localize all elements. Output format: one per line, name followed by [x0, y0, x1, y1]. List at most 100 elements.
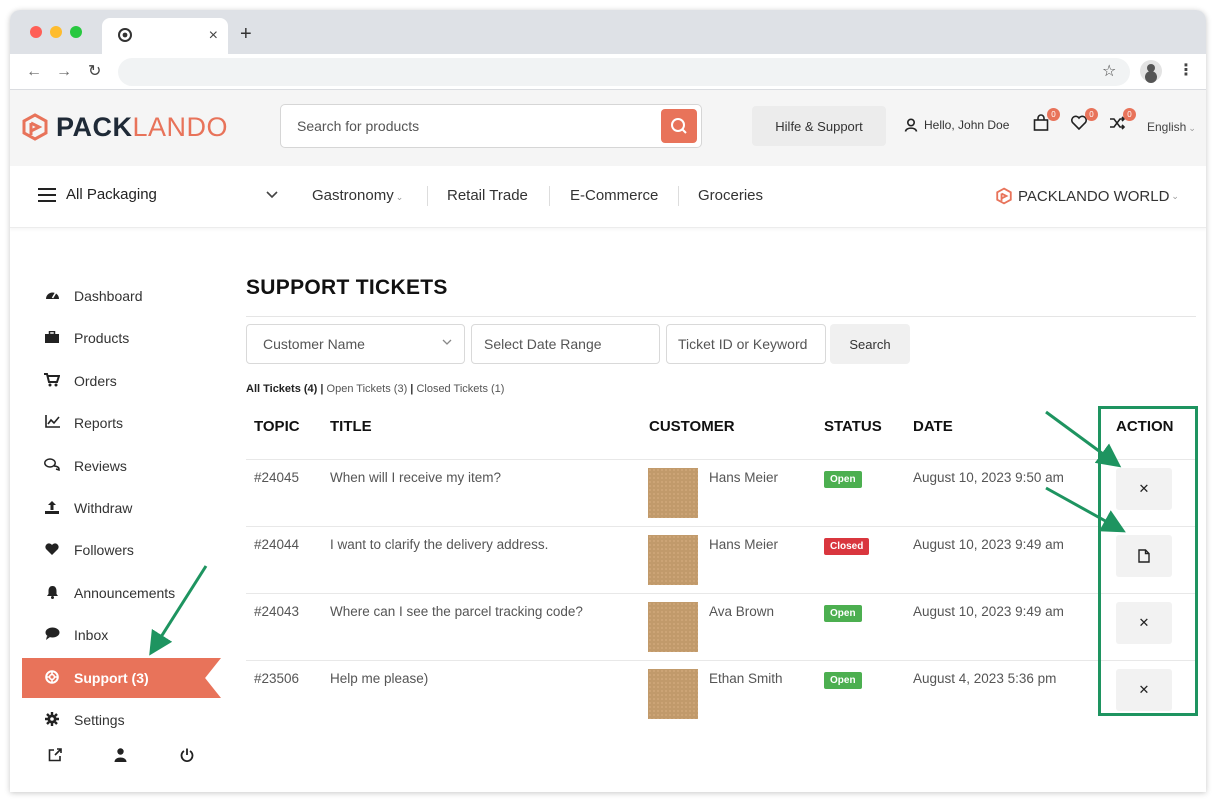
logo-lando-text: LANDO	[132, 111, 229, 142]
close-window-dot[interactable]	[30, 26, 42, 38]
logo-mark-icon	[996, 187, 1012, 205]
ticket-topic[interactable]: #24045	[254, 470, 299, 485]
ticket-date: August 10, 2023 9:49 am	[913, 604, 1064, 619]
user-icon[interactable]	[114, 748, 127, 766]
col-customer: CUSTOMER	[649, 418, 735, 435]
status-badge: Open	[824, 605, 862, 622]
url-input[interactable]	[118, 58, 1130, 86]
all-packaging-menu[interactable]: All Packaging	[38, 186, 157, 203]
sidebar-item-announcements[interactable]: Announcements	[22, 573, 221, 613]
sidebar-item-inbox[interactable]: Inbox	[22, 615, 221, 655]
account-link[interactable]: Hello, John Doe	[904, 118, 1009, 132]
search-button[interactable]	[661, 109, 697, 143]
filter-closed-tickets[interactable]: Closed Tickets (1)	[416, 383, 504, 395]
help-support-button[interactable]: Hilfe & Support	[752, 106, 886, 146]
sidebar-item-support[interactable]: Support (3)	[22, 658, 221, 698]
chevron-down-icon[interactable]	[266, 188, 278, 202]
sidebar-item-reports[interactable]: Reports	[22, 403, 221, 443]
hamburger-icon	[38, 187, 56, 202]
chrome-icon	[118, 28, 132, 45]
gear-icon	[38, 711, 66, 729]
status-badge: Closed	[824, 538, 870, 555]
table-row: #24043 Where can I see the parcel trackin…	[246, 593, 1196, 660]
logo-pack-text: PACK	[56, 111, 133, 142]
chevron-down-icon: ⌄	[395, 192, 404, 202]
document-icon	[1138, 549, 1150, 563]
chat-icon	[38, 627, 66, 643]
maximize-window-dot[interactable]	[70, 26, 82, 38]
category-nav: All Packaging Gastronomy ⌄ Retail Trade E…	[10, 166, 1206, 228]
browser-window: × + ← → ↻ ☆ ⋮ PACKLANDO Search for produ…	[10, 10, 1206, 792]
sidebar-footer	[22, 748, 212, 772]
nav-e-commerce[interactable]: E-Commerce	[570, 187, 658, 204]
close-icon: ✕	[1138, 481, 1150, 496]
browser-tab[interactable]: ×	[102, 18, 228, 54]
sidebar-item-settings[interactable]: Settings	[22, 700, 221, 740]
sidebar-item-followers[interactable]: Followers	[22, 530, 221, 570]
compare-button[interactable]: 0	[1108, 108, 1136, 136]
ticket-topic[interactable]: #23506	[254, 671, 299, 686]
ticket-title[interactable]: When will I receive my item?	[330, 470, 501, 485]
logo-mark-icon	[22, 113, 48, 141]
ticket-topic[interactable]: #24043	[254, 604, 299, 619]
nav-groceries[interactable]: Groceries	[698, 187, 763, 204]
nav-gastronomy[interactable]: Gastronomy ⌄	[312, 187, 403, 204]
language-select[interactable]: English ⌄	[1147, 120, 1196, 134]
ticket-action-button[interactable]: ✕	[1116, 602, 1172, 644]
nav-divider	[678, 186, 679, 206]
sidebar-item-dashboard[interactable]: Dashboard	[22, 276, 221, 316]
ticket-title[interactable]: I want to clarify the delivery address.	[330, 537, 548, 552]
cart-button[interactable]: 0	[1032, 108, 1060, 136]
wishlist-button[interactable]: 0	[1070, 108, 1098, 136]
search-icon	[671, 118, 687, 134]
ticket-title[interactable]: Where can I see the parcel tracking code…	[330, 604, 583, 619]
ticket-action-button[interactable]: ✕	[1116, 468, 1172, 510]
site-logo[interactable]: PACKLANDO	[22, 110, 228, 144]
packlando-world-menu[interactable]: PACKLANDO WORLD ⌄	[996, 187, 1179, 205]
table-row: #24044 I want to clarify the delivery add…	[246, 526, 1196, 593]
search-input[interactable]	[281, 105, 651, 147]
filter-open-tickets[interactable]: Open Tickets (3)	[327, 383, 408, 395]
sidebar-item-withdraw[interactable]: Withdraw	[22, 488, 221, 528]
customer-name-select[interactable]: Customer Name	[246, 324, 465, 364]
search-tickets-button[interactable]: Search	[830, 324, 910, 364]
filter-all-tickets[interactable]: All Tickets (4)	[246, 383, 317, 395]
power-icon[interactable]	[180, 748, 194, 766]
lifebuoy-icon	[38, 669, 66, 687]
new-tab-icon[interactable]: +	[240, 24, 252, 44]
chevron-down-icon: ⌄	[1188, 123, 1196, 133]
reload-icon[interactable]: ↻	[88, 62, 101, 82]
external-link-icon[interactable]	[48, 748, 62, 766]
nav-retail-trade[interactable]: Retail Trade	[447, 187, 528, 204]
profile-icon[interactable]	[1140, 60, 1162, 82]
minimize-window-dot[interactable]	[50, 26, 62, 38]
date-range-input[interactable]: Select Date Range	[471, 324, 660, 364]
table-row: #24045 When will I receive my item? Hans M…	[246, 459, 1196, 526]
keyword-input[interactable]: Ticket ID or Keyword	[666, 324, 826, 364]
sidebar-item-reviews[interactable]: Reviews	[22, 446, 221, 486]
sidebar-item-products[interactable]: Products	[22, 318, 221, 358]
col-date: DATE	[913, 418, 953, 435]
comments-icon	[38, 458, 66, 474]
col-status: STATUS	[824, 418, 882, 435]
page-title: SUPPORT TICKETS	[246, 276, 448, 299]
tab-strip: × +	[10, 10, 1206, 54]
sidebar-item-orders[interactable]: Orders	[22, 361, 221, 401]
back-icon[interactable]: ←	[26, 62, 42, 82]
ticket-date: August 4, 2023 5:36 pm	[913, 671, 1057, 686]
divider	[246, 316, 1196, 317]
nav-divider	[549, 186, 550, 206]
browser-menu-icon[interactable]: ⋮	[1178, 60, 1194, 80]
status-badge: Open	[824, 672, 862, 689]
ticket-action-button[interactable]: ✕	[1116, 669, 1172, 711]
ticket-title[interactable]: Help me please)	[330, 671, 428, 686]
ticket-topic[interactable]: #24044	[254, 537, 299, 552]
ticket-filter-links: All Tickets (4) | Open Tickets (3) | Clo…	[246, 383, 505, 395]
ticket-action-button[interactable]	[1116, 535, 1172, 577]
bookmark-star-icon[interactable]: ☆	[1102, 61, 1116, 81]
close-icon: ✕	[1138, 615, 1150, 630]
forward-icon[interactable]: →	[56, 62, 72, 82]
product-search	[280, 104, 702, 148]
tab-close-icon[interactable]: ×	[209, 27, 218, 45]
col-title: TITLE	[330, 418, 372, 435]
